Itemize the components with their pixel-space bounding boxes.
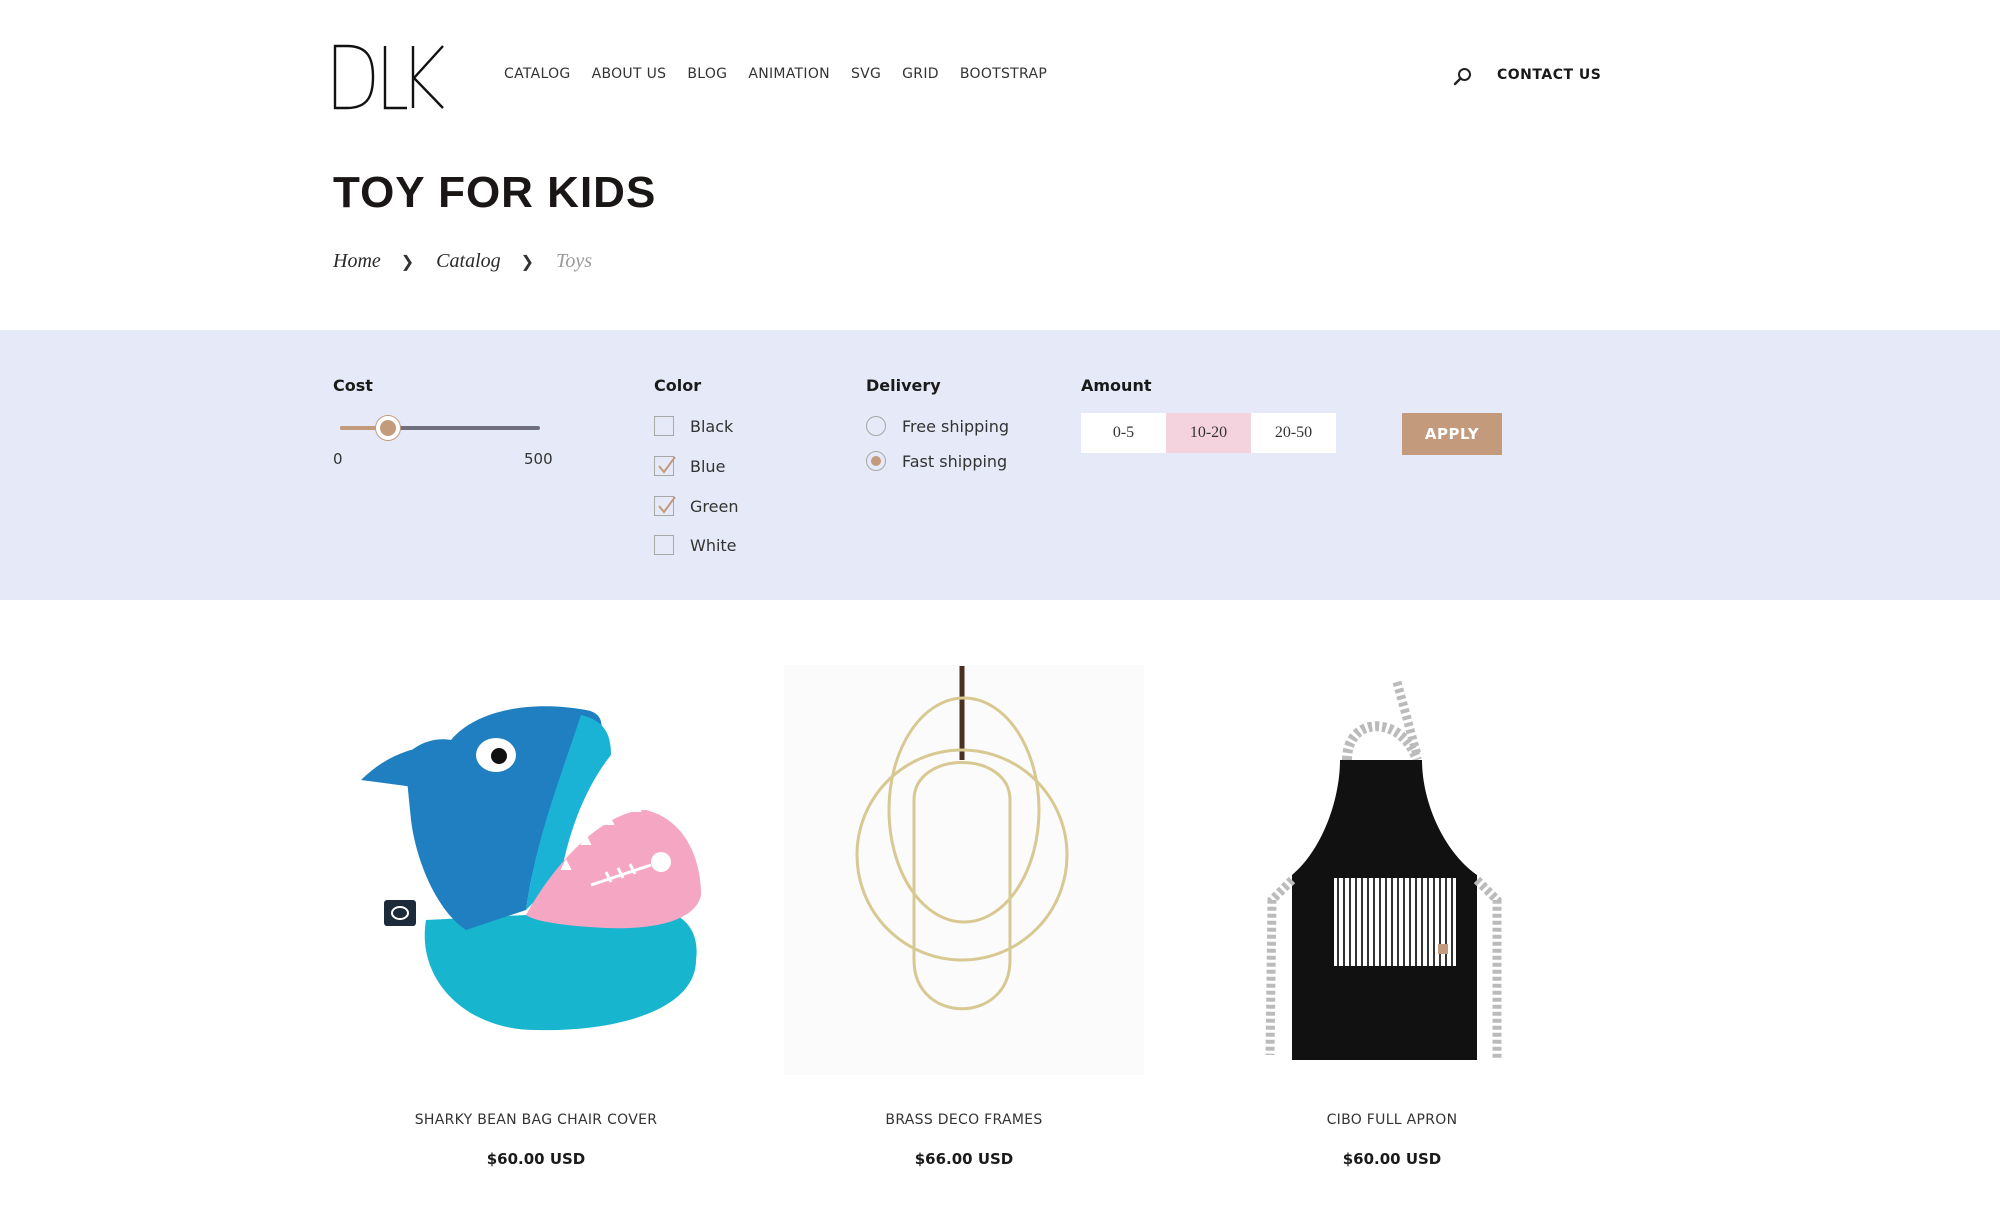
product-price: $60.00 USD xyxy=(486,1150,586,1168)
delivery-filter-label: Delivery xyxy=(866,376,941,395)
breadcrumb-home[interactable]: Home xyxy=(333,250,381,273)
product-card-sharky: SHARKY BEAN BAG CHAIR COVER $60.00 USD xyxy=(356,660,716,1168)
amount-option-0-5[interactable]: 0-5 xyxy=(1081,413,1166,453)
chevron-right-icon: ❯ xyxy=(400,253,415,271)
radio-label: Fast shipping xyxy=(902,451,1008,471)
checkbox-label: Black xyxy=(690,416,734,436)
nav-bootstrap[interactable]: BOOTSTRAP xyxy=(960,66,1047,82)
nav-grid[interactable]: GRID xyxy=(902,66,939,82)
breadcrumb: Home ❯ Catalog ❯ Toys xyxy=(333,250,592,273)
color-option-white[interactable]: White xyxy=(654,535,737,555)
color-option-green[interactable]: Green xyxy=(654,496,738,516)
product-name[interactable]: BRASS DECO FRAMES xyxy=(784,1112,1144,1128)
amount-filter-label: Amount xyxy=(1081,376,1152,395)
cost-max-label: 500 xyxy=(524,450,553,468)
nav-svg[interactable]: SVG xyxy=(851,66,881,82)
contact-us-link[interactable]: CONTACT US xyxy=(1497,67,1601,83)
logo[interactable] xyxy=(333,44,445,112)
page-title: TOY FOR KIDS xyxy=(333,168,657,217)
checkbox-label: Green xyxy=(690,496,739,516)
color-option-black[interactable]: Black xyxy=(654,416,733,436)
checkbox-label: Blue xyxy=(690,456,726,476)
search-icon[interactable] xyxy=(1452,66,1474,88)
cost-filter-label: Cost xyxy=(333,376,373,395)
breadcrumb-catalog[interactable]: Catalog xyxy=(436,250,500,273)
main-nav: CATALOG ABOUT US BLOG ANIMATION SVG GRID… xyxy=(504,66,1068,82)
checkbox[interactable] xyxy=(654,416,674,436)
apply-button[interactable]: APPLY xyxy=(1402,413,1502,455)
cost-min-label: 0 xyxy=(333,450,343,468)
delivery-option-fast[interactable]: Fast shipping xyxy=(866,451,1007,471)
checkmark-icon xyxy=(658,496,676,514)
product-name[interactable]: SHARKY BEAN BAG CHAIR COVER xyxy=(356,1112,716,1128)
amount-option-10-20[interactable]: 10-20 xyxy=(1166,413,1251,453)
nav-animation[interactable]: ANIMATION xyxy=(748,66,830,82)
slider-handle[interactable] xyxy=(376,416,400,440)
nav-catalog[interactable]: CATALOG xyxy=(504,66,571,82)
product-name[interactable]: CIBO FULL APRON xyxy=(1212,1112,1572,1128)
checkmark-icon xyxy=(658,456,676,474)
radio-button[interactable] xyxy=(866,416,886,436)
amount-option-20-50[interactable]: 20-50 xyxy=(1251,413,1336,453)
amount-selector: 0-5 10-20 20-50 xyxy=(1081,413,1336,453)
logo-mark xyxy=(333,44,444,110)
site-header: CATALOG ABOUT US BLOG ANIMATION SVG GRID… xyxy=(0,0,2000,150)
product-card-brass-frames: BRASS DECO FRAMES $66.00 USD xyxy=(784,660,1144,1168)
product-image-cibo-apron[interactable] xyxy=(1212,660,1572,1080)
product-image-shark-bean-bag[interactable] xyxy=(356,660,716,1080)
checkbox[interactable] xyxy=(654,496,676,516)
chevron-right-icon: ❯ xyxy=(520,253,535,271)
color-filter-label: Color xyxy=(654,376,702,395)
breadcrumb-current: Toys xyxy=(556,250,592,272)
checkbox[interactable] xyxy=(654,456,676,476)
cost-slider[interactable] xyxy=(340,410,540,446)
radio-button[interactable] xyxy=(866,451,886,471)
product-card-cibo-apron: CIBO FULL APRON $60.00 USD xyxy=(1212,660,1572,1168)
checkbox[interactable] xyxy=(654,535,674,555)
delivery-option-free[interactable]: Free shipping xyxy=(866,416,1009,436)
nav-blog[interactable]: BLOG xyxy=(687,66,727,82)
nav-about-us[interactable]: ABOUT US xyxy=(592,66,667,82)
product-image-brass-deco-frames[interactable] xyxy=(784,660,1144,1080)
radio-label: Free shipping xyxy=(902,416,1010,436)
checkbox-label: White xyxy=(690,535,737,555)
product-price: $60.00 USD xyxy=(1342,1150,1442,1168)
product-price: $66.00 USD xyxy=(914,1150,1014,1168)
color-option-blue[interactable]: Blue xyxy=(654,456,725,476)
